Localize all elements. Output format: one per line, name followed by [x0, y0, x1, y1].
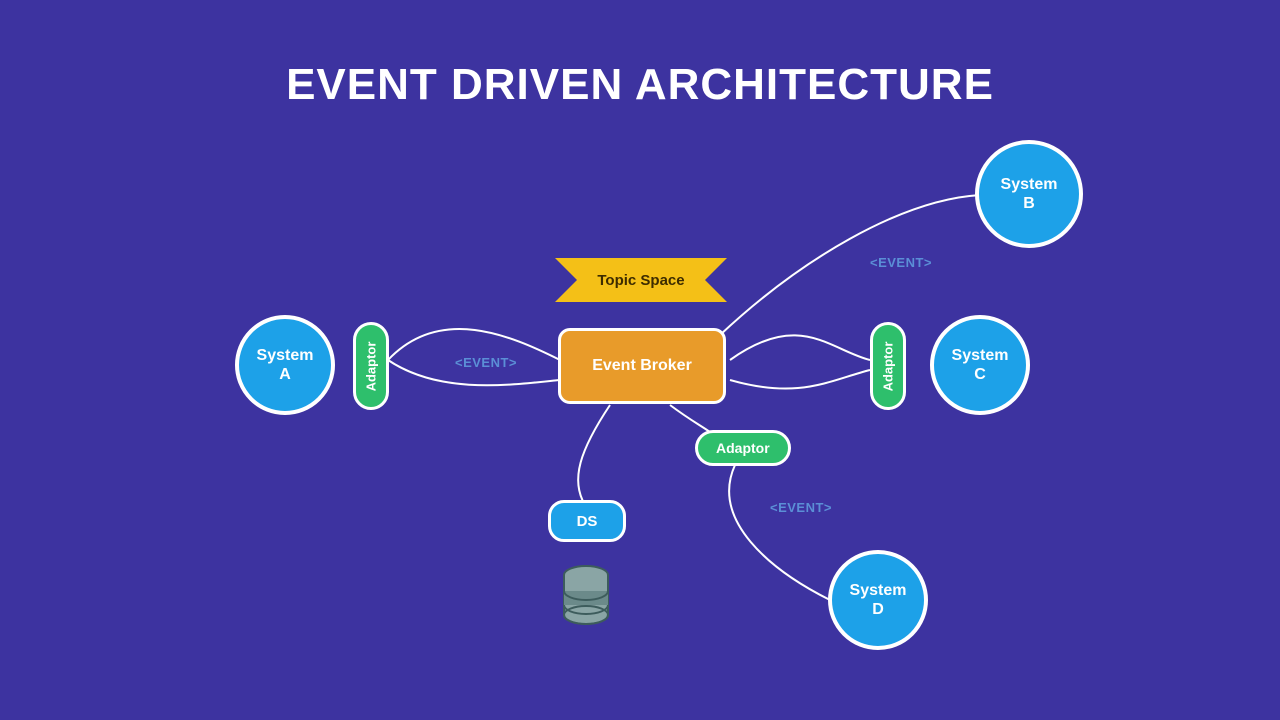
- node-ds-label: DS: [577, 513, 598, 530]
- node-adaptor-d-label: Adaptor: [716, 440, 770, 456]
- node-event-broker: Event Broker: [558, 328, 726, 404]
- page-title: EVENT DRIVEN ARCHITECTURE: [0, 60, 1280, 110]
- node-system-d: System D: [828, 550, 928, 650]
- node-system-c: System C: [930, 315, 1030, 415]
- node-topic-space-label: Topic Space: [597, 272, 684, 289]
- node-system-d-label: System D: [850, 581, 907, 619]
- database-icon: [562, 565, 610, 625]
- node-adaptor-c: Adaptor: [870, 322, 906, 410]
- node-system-c-label: System C: [952, 346, 1009, 384]
- node-adaptor-a: Adaptor: [353, 322, 389, 410]
- event-label-1: <EVENT>: [455, 355, 517, 370]
- node-ds: DS: [548, 500, 626, 542]
- event-label-2: <EVENT>: [870, 255, 932, 270]
- node-system-b: System B: [975, 140, 1083, 248]
- node-topic-space: Topic Space: [555, 258, 727, 302]
- node-system-a-label: System A: [257, 346, 314, 384]
- node-system-a: System A: [235, 315, 335, 415]
- node-adaptor-c-label: Adaptor: [881, 341, 896, 391]
- node-adaptor-a-label: Adaptor: [364, 341, 379, 391]
- node-system-b-label: System B: [1001, 175, 1058, 213]
- node-event-broker-label: Event Broker: [592, 357, 692, 375]
- event-label-3: <EVENT>: [770, 500, 832, 515]
- node-adaptor-d: Adaptor: [695, 430, 791, 466]
